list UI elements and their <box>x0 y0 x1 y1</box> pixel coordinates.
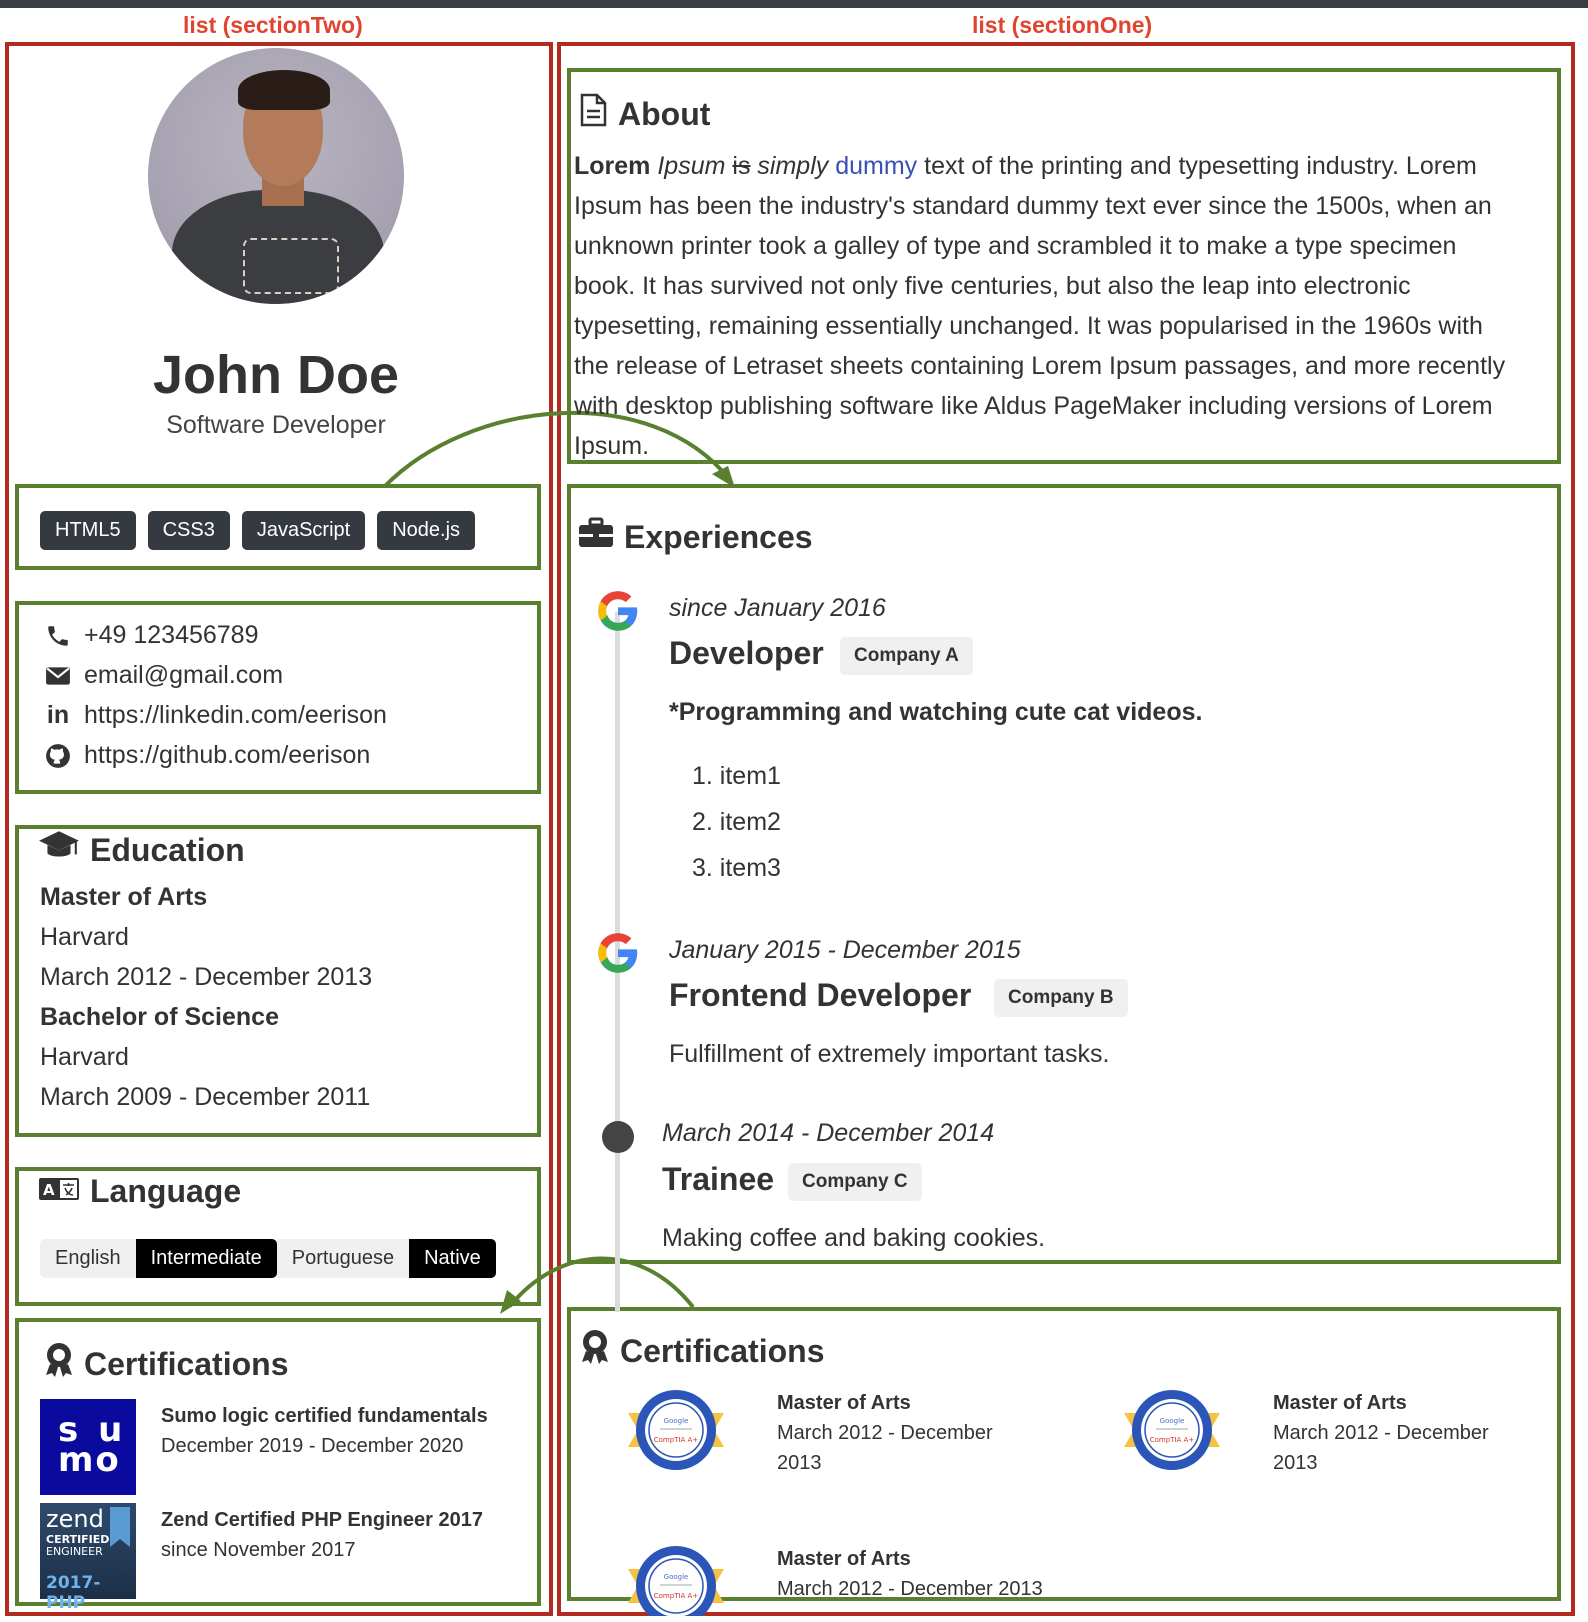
email-link[interactable]: email@gmail.com <box>84 661 283 690</box>
certification-title: Sumo logic certified fundamentals <box>161 1405 488 1427</box>
certification-title: Zend Certified PHP Engineer 2017 <box>161 1509 483 1531</box>
certification-period: March 2012 - December 2013 <box>777 1422 993 1474</box>
certifications-left-heading: Certifications <box>44 1342 288 1386</box>
svg-text:A: A <box>43 1181 55 1199</box>
education-title: Education <box>90 831 245 868</box>
experience-description: Fulfillment of extremely important tasks… <box>669 1040 1110 1068</box>
certification-seal: Google CompTIA A+ <box>1122 1385 1222 1475</box>
skill-badge: CSS3 <box>147 511 230 550</box>
certifications-left-title: Certifications <box>84 1345 289 1382</box>
github-link[interactable]: https://github.com/eerison <box>84 741 370 770</box>
envelope-icon <box>44 662 72 690</box>
about-lead-bold: Lorem <box>574 152 651 180</box>
experience-list-item: 1. item1 <box>692 762 781 790</box>
about-lead-rest: text of the printing and typesetting ind… <box>924 152 1399 180</box>
google-icon <box>596 931 640 980</box>
education-period: March 2012 - December 2013 <box>40 963 373 991</box>
language-heading: A Language <box>38 1173 241 1210</box>
briefcase-icon <box>578 517 614 557</box>
certification-title: Master of Arts <box>1273 1392 1407 1414</box>
experience-description: Making coffee and baking cookies. <box>662 1224 1046 1252</box>
svg-text:Google: Google <box>664 1417 689 1425</box>
contact-github: https://github.com/eerison <box>44 741 370 770</box>
experiences-heading: Experiences <box>578 517 813 557</box>
profile-name: John Doe <box>152 345 399 405</box>
contact-linkedin: in https://linkedin.com/eerison <box>44 701 387 730</box>
linkedin-link[interactable]: https://linkedin.com/eerison <box>84 701 387 730</box>
sumo-logic-logo: s u mo <box>40 1399 136 1495</box>
language-name: English <box>40 1239 136 1278</box>
timeline-dot <box>602 1121 634 1153</box>
github-icon <box>44 742 72 770</box>
experience-title: Frontend Developer <box>669 977 972 1013</box>
language-level: Native <box>409 1239 496 1278</box>
profile-role: Software Developer <box>166 411 386 439</box>
svg-text:Google: Google <box>1160 1417 1185 1425</box>
about-body: Lorem Ipsum is simply dummy text of the … <box>574 146 1514 466</box>
skill-badge: JavaScript <box>241 511 366 550</box>
arrow-head-left <box>500 1290 521 1314</box>
certification-period: March 2012 - December 2013 <box>1273 1422 1489 1474</box>
phone-icon <box>44 622 72 650</box>
experience-title: Developer <box>669 635 824 671</box>
svg-text:CompTIA A+: CompTIA A+ <box>654 1436 699 1444</box>
skills-list: HTML5 CSS3 JavaScript Node.js <box>40 511 476 550</box>
certification-period: since November 2017 <box>161 1539 356 1561</box>
svg-text:Google: Google <box>664 1573 689 1581</box>
certification-period: March 2012 - December 2013 <box>777 1578 1043 1600</box>
about-lead-strike: is <box>732 152 751 180</box>
experience-title: Trainee <box>662 1161 775 1197</box>
education-period: March 2009 - December 2011 <box>40 1083 371 1111</box>
experience-list-item: 3. item3 <box>692 854 781 882</box>
about-text: Lorem Ipsum has been the industry's stan… <box>574 152 1506 460</box>
company-badge: Company B <box>994 979 1128 1017</box>
phone-text: +49 123456789 <box>84 621 259 649</box>
award-icon <box>580 1329 610 1373</box>
language-title: Language <box>90 1173 242 1209</box>
contact-email: email@gmail.com <box>44 661 283 690</box>
arrow-head-right <box>712 466 735 488</box>
certifications-right-title: Certifications <box>620 1332 825 1369</box>
language-name: Portuguese <box>276 1239 410 1278</box>
education-degree: Bachelor of Science <box>40 1003 279 1031</box>
certification-seal: Google CompTIA A+ <box>626 1541 726 1616</box>
language-level: Intermediate <box>135 1239 277 1278</box>
linkedin-icon: in <box>46 701 70 729</box>
language-list: English Intermediate Portuguese Native <box>40 1239 496 1278</box>
graduation-cap-icon <box>38 829 80 871</box>
experience-period: March 2014 - December 2014 <box>662 1119 995 1147</box>
education-heading: Education <box>38 829 245 871</box>
experience-description: *Programming and watching cute cat video… <box>669 698 1203 726</box>
experience-list-item: 2. item2 <box>692 808 781 836</box>
education-degree: Master of Arts <box>40 883 208 911</box>
experience-period: since January 2016 <box>669 594 886 622</box>
avatar <box>148 48 404 304</box>
certification-seal: Google CompTIA A+ <box>626 1385 726 1475</box>
contact-phone: +49 123456789 <box>44 621 259 650</box>
company-badge: Company A <box>840 637 973 675</box>
certification-period: December 2019 - December 2020 <box>161 1435 464 1457</box>
translate-icon: A <box>38 1173 80 1210</box>
experience-period: January 2015 - December 2015 <box>669 936 1021 964</box>
certification-title: Master of Arts <box>777 1392 911 1414</box>
certification-title: Master of Arts <box>777 1548 911 1570</box>
about-lead-link[interactable]: dummy <box>835 152 917 180</box>
certifications-right-heading: Certifications <box>580 1329 824 1373</box>
about-heading: About <box>578 93 710 135</box>
education-school: Harvard <box>40 1043 129 1071</box>
svg-text:CompTIA A+: CompTIA A+ <box>1150 1436 1195 1444</box>
zend-logo: zend CERTIFIED ENGINEER 2017-PHP <box>40 1503 136 1613</box>
about-title: About <box>618 95 711 132</box>
skill-badge: HTML5 <box>40 511 136 550</box>
file-text-icon <box>578 93 608 135</box>
award-icon <box>44 1342 74 1386</box>
company-badge: Company C <box>788 1163 922 1201</box>
experiences-title: Experiences <box>624 518 813 555</box>
svg-text:CompTIA A+: CompTIA A+ <box>654 1592 699 1600</box>
skill-badge: Node.js <box>377 511 476 550</box>
about-lead-italic2: simply <box>757 152 829 180</box>
google-icon <box>596 589 640 638</box>
education-school: Harvard <box>40 923 129 951</box>
about-lead-italic: Ipsum <box>657 152 726 180</box>
